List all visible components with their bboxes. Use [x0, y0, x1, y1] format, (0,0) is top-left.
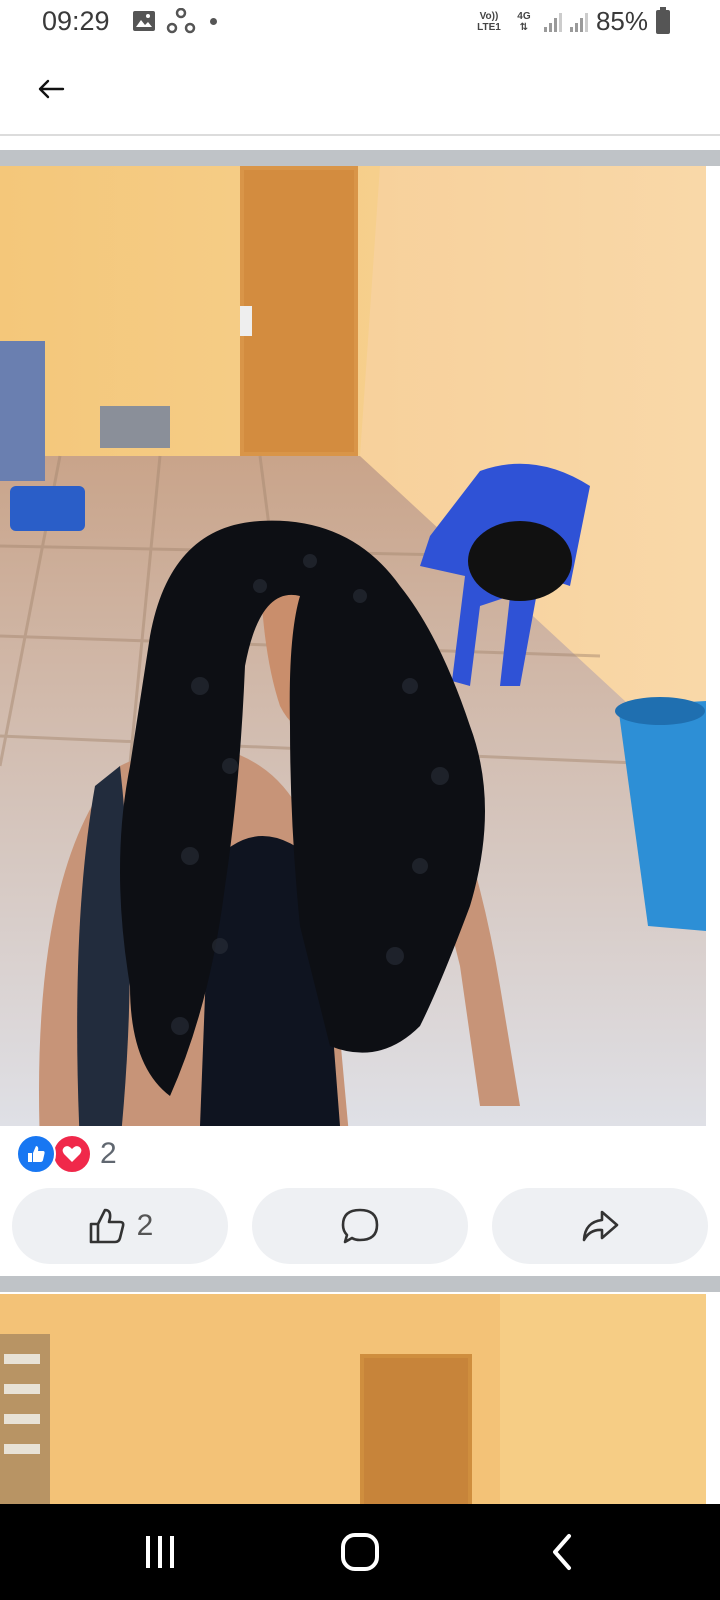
reactions-summary[interactable]: 2: [16, 1134, 117, 1174]
status-bar: 09:29 Vo)) LTE1 4G ⇅ 85%: [0, 0, 720, 46]
post-divider-top: [0, 150, 720, 166]
notification-icons: [132, 8, 217, 34]
share-button[interactable]: [492, 1188, 708, 1264]
recent-apps-button[interactable]: [130, 1522, 190, 1582]
thumbs-up-icon: [89, 1208, 125, 1244]
comment-button[interactable]: [252, 1188, 468, 1264]
reaction-count: 2: [100, 1137, 117, 1170]
network-type: 4G ⇅: [517, 10, 531, 33]
like-count: 2: [136, 1209, 154, 1242]
love-reaction-icon: [52, 1134, 92, 1174]
home-icon: [341, 1533, 379, 1571]
post-photo[interactable]: [0, 166, 706, 1126]
arrow-left-icon: [38, 79, 65, 99]
volte-label: Vo)) LTE1: [477, 10, 501, 33]
system-nav-bar: [0, 1504, 720, 1600]
post-divider-bottom: [0, 1276, 720, 1292]
home-button[interactable]: [330, 1522, 390, 1582]
battery-percent: 85%: [595, 6, 648, 36]
post-actions: 2: [12, 1188, 708, 1264]
like-button[interactable]: 2: [12, 1188, 228, 1264]
nav-back-button[interactable]: [532, 1522, 592, 1582]
comment-icon: [341, 1208, 379, 1244]
signal-icon-1: [543, 12, 562, 32]
next-post-photo[interactable]: [0, 1294, 706, 1504]
sync-icon: [166, 8, 196, 34]
signal-icon-2: [569, 12, 588, 32]
like-reaction-icon: [16, 1134, 56, 1174]
gallery-icon: [133, 11, 155, 31]
battery-icon: [656, 6, 670, 34]
more-notifications-dot: [210, 17, 217, 25]
status-right: Vo)) LTE1 4G ⇅ 85%: [474, 6, 670, 37]
app-header: [0, 46, 720, 136]
back-icon: [553, 1534, 571, 1570]
back-button[interactable]: [28, 66, 74, 112]
recent-apps-icon: [146, 1536, 174, 1568]
share-icon: [582, 1210, 619, 1242]
status-time: 09:29: [42, 6, 110, 36]
